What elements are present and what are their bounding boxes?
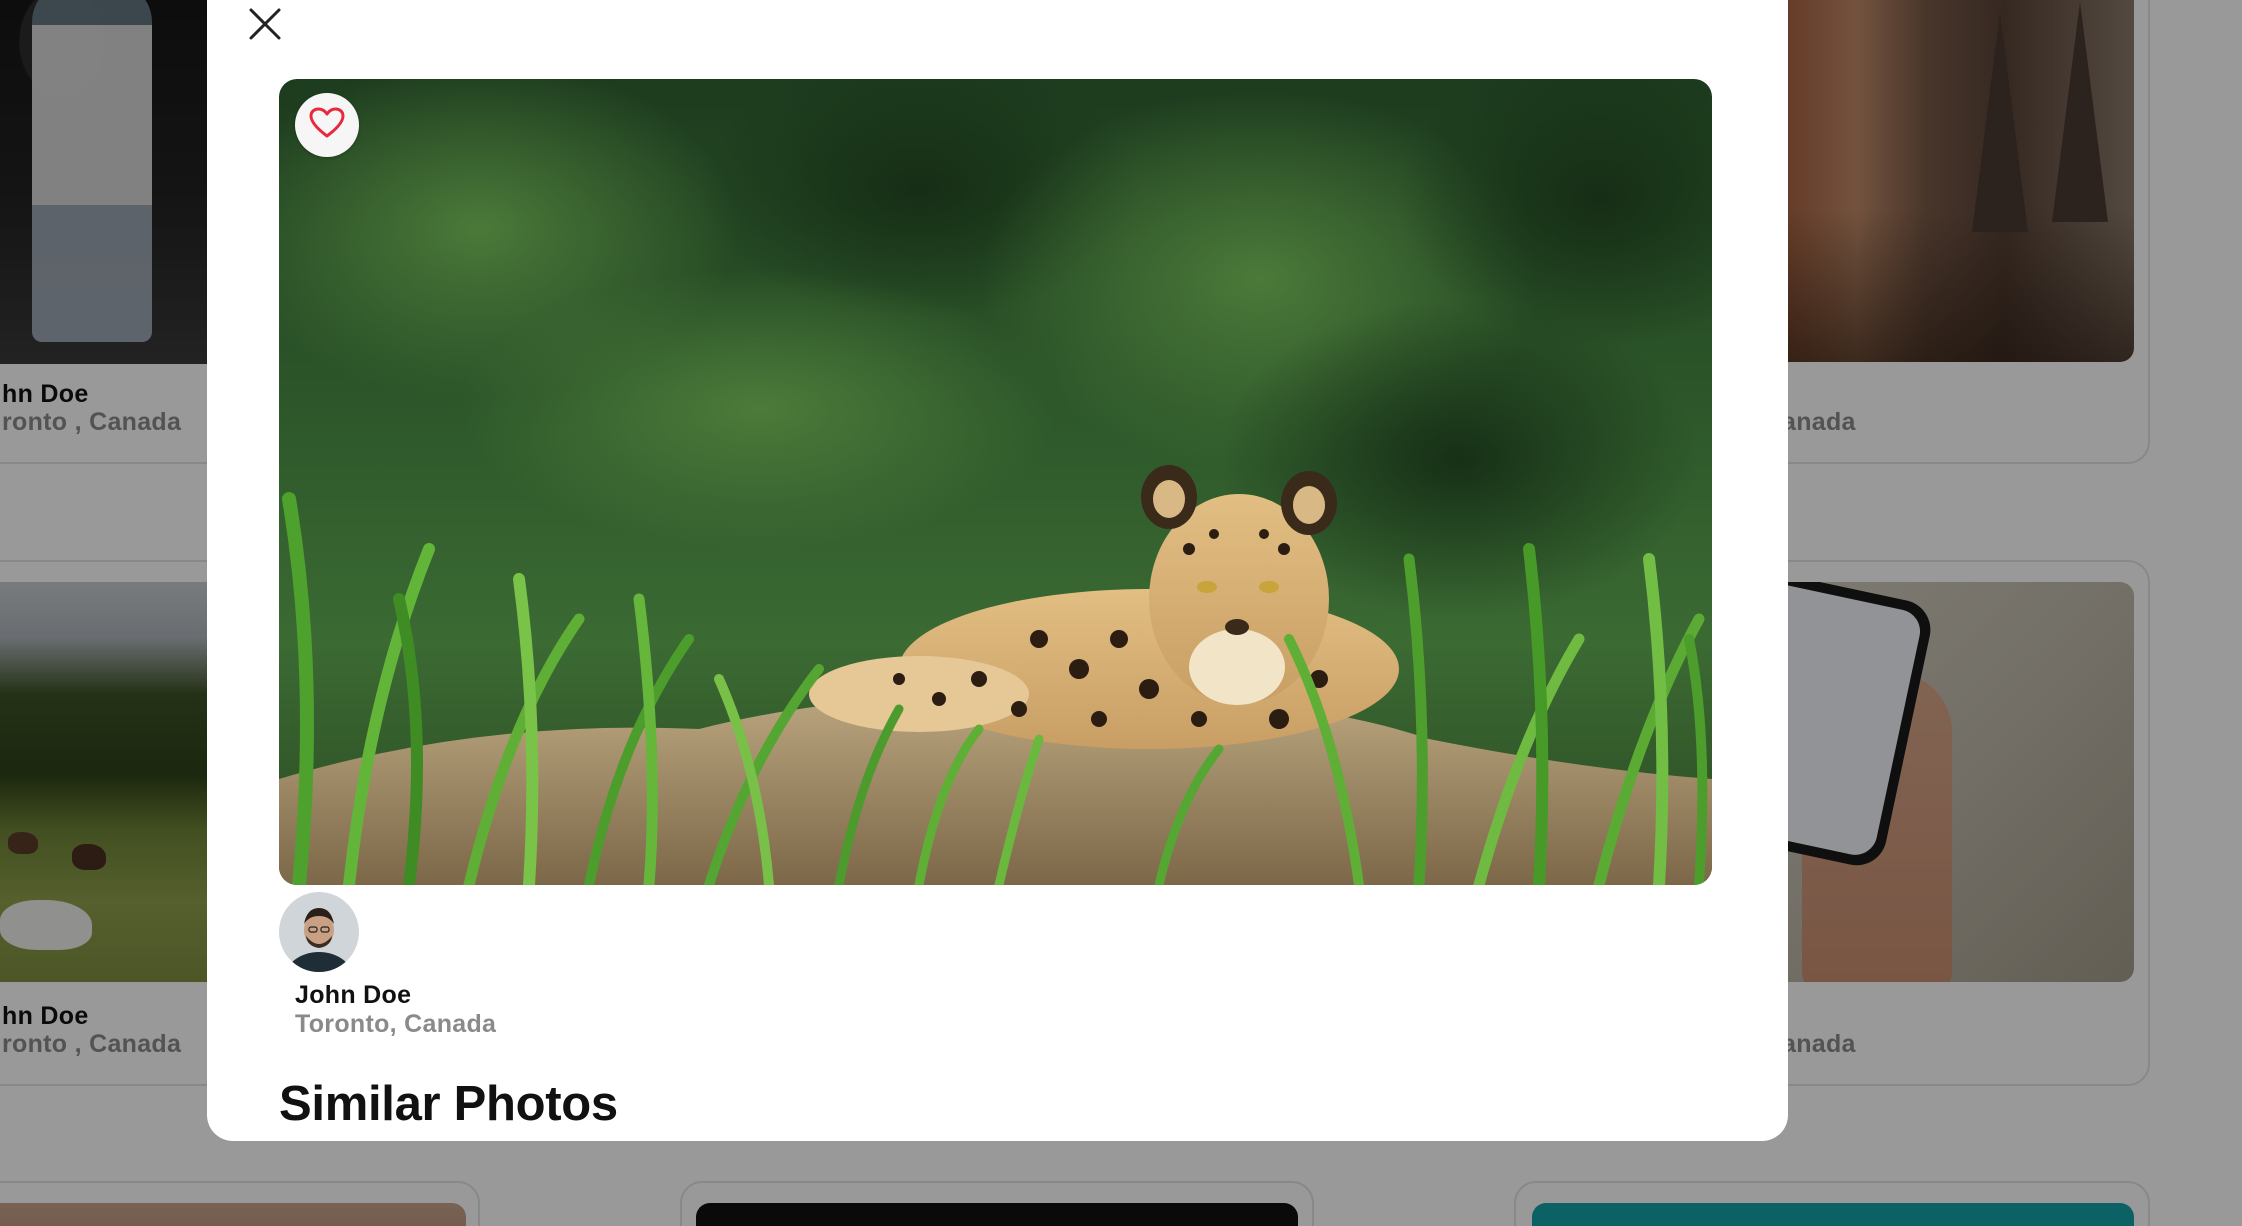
author-location: Toronto, Canada [295,1010,497,1038]
photo-gallery-page: hn Doe ronto , Canada anada hn Doe ronto… [0,0,2242,1226]
close-icon [248,7,282,46]
heart-outline-icon [309,107,345,144]
close-button[interactable] [243,4,287,48]
like-button[interactable] [295,93,359,157]
similar-photos-heading: Similar Photos [279,1077,618,1131]
author-avatar[interactable] [279,892,359,972]
author-name[interactable]: John Doe [295,981,411,1010]
main-photo[interactable] [279,79,1712,885]
photo-detail-modal: John Doe Toronto, Canada Similar Photos [207,0,1788,1141]
